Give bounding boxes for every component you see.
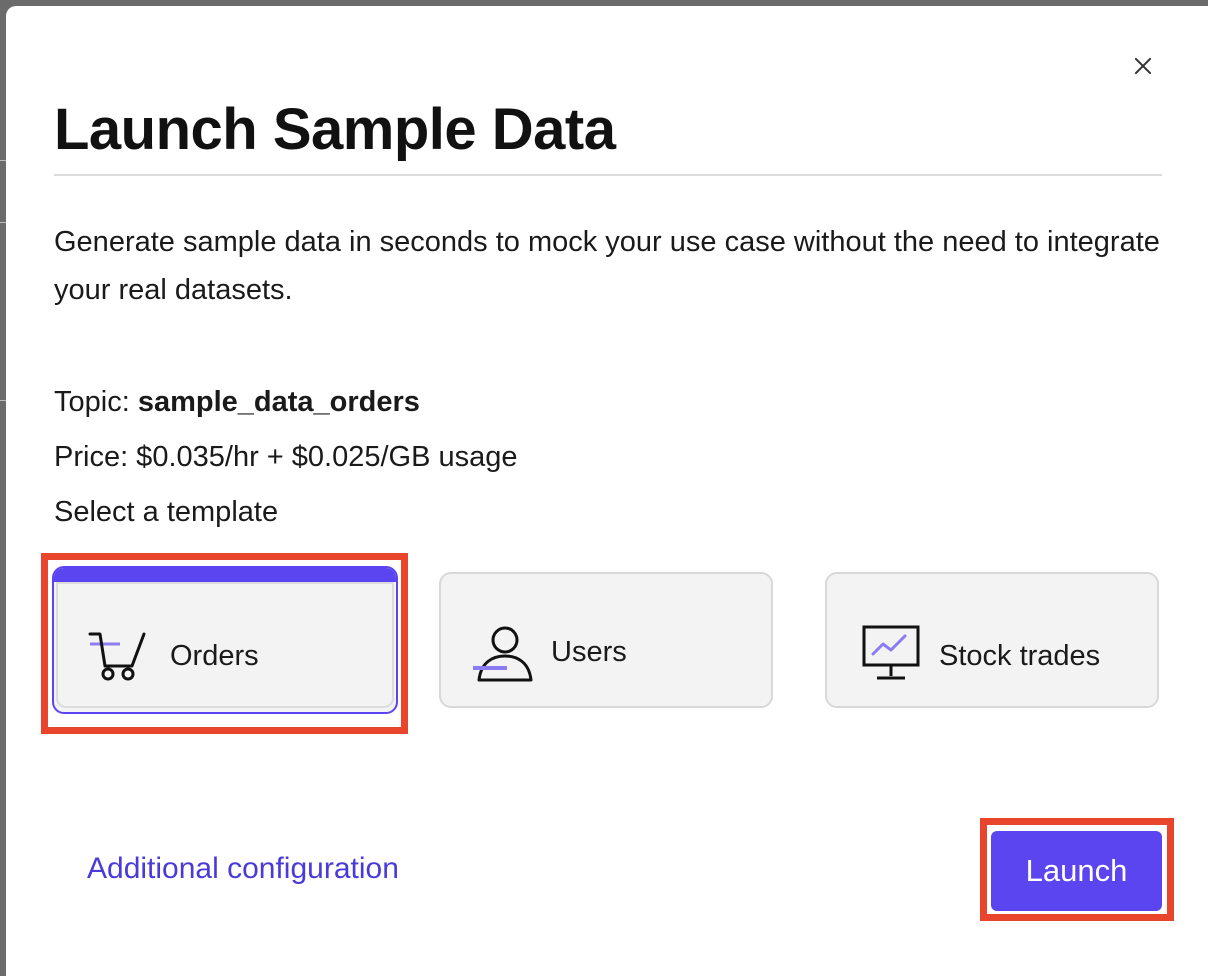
title-divider bbox=[54, 174, 1162, 176]
monitor-chart-icon bbox=[862, 625, 920, 680]
close-icon[interactable] bbox=[1128, 51, 1158, 81]
price-line: Price: $0.035/hr + $0.025/GB usage bbox=[54, 441, 518, 473]
topic-value: sample_data_orders bbox=[137, 386, 420, 418]
template-card-orders[interactable]: Orders bbox=[52, 566, 398, 714]
launch-button[interactable]: Launch bbox=[991, 831, 1162, 911]
additional-configuration-link[interactable]: Additional configuration bbox=[87, 852, 399, 886]
user-icon bbox=[473, 626, 533, 682]
template-card-stock-trades[interactable]: Stock trades bbox=[825, 572, 1159, 708]
template-label-users: Users bbox=[551, 636, 627, 668]
launch-sample-data-dialog: Launch Sample Data Generate sample data … bbox=[6, 6, 1208, 976]
template-card-users[interactable]: Users bbox=[439, 572, 773, 708]
topic-label: Topic: bbox=[54, 386, 130, 418]
select-template-label: Select a template bbox=[54, 496, 279, 528]
topic-line: Topic: sample_data_orders bbox=[54, 386, 420, 419]
template-label-stock-trades: Stock trades bbox=[939, 640, 1101, 672]
template-label-orders: Orders bbox=[170, 640, 259, 672]
dialog-title: Launch Sample Data bbox=[54, 97, 616, 162]
cart-icon bbox=[88, 632, 146, 681]
selected-indicator-bar bbox=[54, 568, 396, 582]
dialog-description: Generate sample data in seconds to mock … bbox=[54, 226, 1160, 306]
